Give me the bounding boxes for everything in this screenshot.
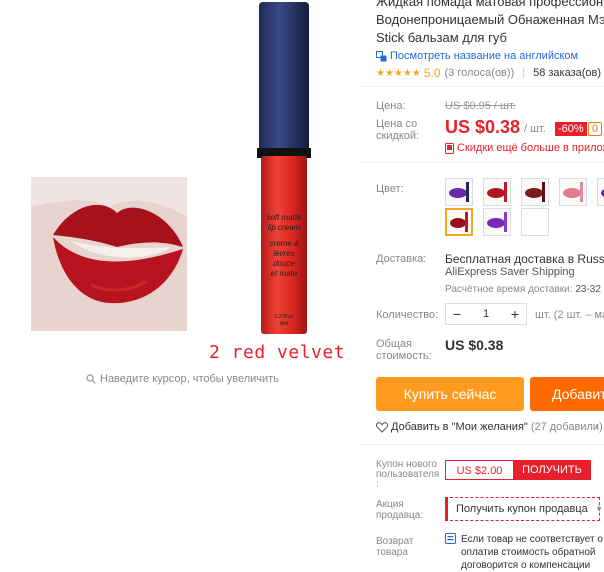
product-title-line-2: Водонепроницаемый Обнаженная Мэт: [376, 12, 604, 27]
promo-arrow-icon[interactable]: ›: [597, 502, 600, 513]
tube-text-6: et mate: [271, 269, 298, 278]
color-swatch[interactable]: [445, 178, 473, 206]
rating-stars-icon: ★★★★★: [376, 67, 421, 79]
seller-coupon-select-label: Получить купон продавца: [456, 503, 588, 515]
delivery-time-value: 23-32: [575, 284, 601, 295]
product-gallery: soft matte lip cream creme à lèvres douc…: [0, 0, 362, 569]
sale-price: US $0.38: [445, 117, 521, 137]
phone-icon: [445, 142, 454, 154]
tube-volume-ml: 8ml: [280, 321, 289, 327]
coupon-label-line-3: :: [376, 479, 379, 490]
new-user-coupon-label: Купон нового пользователя :: [376, 460, 439, 490]
product-info-panel: Жидкая помада матовая профессиональ Водо…: [362, 0, 604, 572]
color-swatch[interactable]: [559, 178, 587, 206]
delivery-destination[interactable]: Бесплатная доставка в Russian F: [445, 252, 604, 266]
color-swatch-selected[interactable]: [445, 208, 473, 236]
wishlist-count: (27 добавили): [530, 421, 603, 433]
returns-policy-text: Если товар не соответствует о оплатив ст…: [445, 533, 603, 572]
translate-icon: [376, 50, 387, 61]
color-label: Цвет:: [376, 183, 404, 195]
sale-price-unit: / шт.: [524, 123, 546, 135]
buy-now-button[interactable]: Купить сейчас: [376, 377, 524, 411]
translate-link-text: Посмотреть название на английском: [390, 50, 579, 62]
color-swatch[interactable]: [521, 178, 549, 206]
rating-row: ★★★★★ 5.0 (3 голоса(ов)) | 58 заказа(ов): [376, 66, 601, 80]
divider: [362, 444, 604, 445]
price-label: Цена:: [376, 100, 406, 112]
tube-volume: 0.27fl.oz: [275, 314, 294, 320]
sale-price-label: Цена со скидкой:: [376, 118, 419, 142]
total-label-line-1: Общая: [376, 338, 412, 350]
tube-text-2: lip cream: [268, 223, 301, 232]
color-swatch[interactable]: [483, 178, 511, 206]
total-label-line-2: стоимость:: [376, 350, 432, 362]
returns-label-line-1: Возврат: [376, 536, 414, 547]
lip-tube-image[interactable]: soft matte lip cream creme à lèvres douc…: [253, 0, 315, 337]
quantity-unit: шт. (2 шт. – мак: [535, 309, 604, 321]
color-swatch[interactable]: [597, 178, 604, 206]
zoom-hint: Наведите курсор, чтобы увеличить: [86, 373, 279, 385]
add-to-cart-button[interactable]: Добавит: [530, 377, 604, 411]
rating-value: 5.0: [423, 66, 441, 80]
returns-line-3: договорится о компенсации: [461, 560, 591, 571]
tube-text-1: soft matte: [266, 213, 302, 222]
seller-coupon-select[interactable]: Получить купон продавца ▾: [445, 497, 601, 521]
heart-icon: [376, 421, 388, 433]
sale-price-label-line-2: скидкой:: [376, 130, 420, 142]
quantity-stepper: − 1 +: [445, 303, 527, 325]
returns-label: Возврат товара: [376, 536, 414, 558]
wishlist-arrow-icon[interactable]: ›: [595, 421, 598, 432]
delivery-time-label: Расчётное время доставки:: [445, 284, 573, 295]
add-to-wishlist-link[interactable]: Добавить в "Мои желания" (27 добавили): [376, 421, 603, 433]
tube-text-4: lèvres: [273, 249, 294, 258]
total-label: Общая стоимость:: [376, 338, 432, 362]
tube-text-3: creme à: [270, 239, 299, 248]
delivery-time: Расчётное время доставки: 23-32: [445, 284, 601, 295]
divider: [362, 162, 604, 163]
coupon-amount: US $2.00: [445, 460, 513, 480]
old-price: US $0.95 / шт.: [445, 100, 516, 112]
translate-title-link[interactable]: Посмотреть название на английском: [376, 50, 578, 62]
returns-label-line-2: товара: [376, 547, 408, 558]
rating-separator: |: [522, 67, 526, 79]
quantity-input[interactable]: 1: [468, 308, 504, 320]
quantity-decrement-button[interactable]: −: [446, 306, 468, 322]
orders-count: 58 заказа(ов): [533, 67, 602, 79]
coupon-label-line-2: пользователя: [376, 469, 440, 480]
app-discount-text: Скидки ещё больше в прилож: [457, 142, 604, 154]
product-title-line-1: Жидкая помада матовая профессиональ: [376, 0, 604, 9]
divider: [362, 86, 604, 87]
returns-line-1: Если товар не соответствует о: [461, 534, 603, 545]
total-value: US $0.38: [445, 337, 504, 353]
app-discount-link[interactable]: Скидки ещё больше в прилож: [445, 142, 604, 154]
promo-label-line-1: Акция: [376, 499, 404, 510]
get-coupon-button[interactable]: ПОЛУЧИТЬ: [513, 460, 591, 480]
zoom-hint-text: Наведите курсор, чтобы увеличить: [100, 373, 279, 385]
discount-badge: -60%: [555, 122, 587, 136]
product-title-line-3: Stick бальзам для губ: [376, 30, 507, 45]
promo-label-line-2: продавца:: [376, 510, 424, 521]
extra-discount-badge: 0: [588, 122, 603, 136]
tube-text-5: douce: [273, 259, 295, 268]
color-swatch[interactable]: [483, 208, 511, 236]
color-swatch[interactable]: [521, 208, 549, 236]
rating-count-link[interactable]: (3 голоса(ов)): [445, 67, 515, 79]
quantity-increment-button[interactable]: +: [504, 306, 526, 322]
quantity-label: Количество:: [376, 309, 439, 321]
seller-promo-label: Акция продавца:: [376, 499, 423, 521]
sale-price-label-line-1: Цена со: [376, 118, 418, 130]
returns-line-2: оплатив стоимость обратной: [461, 547, 596, 558]
image-caption: 2 red velvet: [209, 342, 346, 363]
search-icon: [86, 374, 96, 384]
delivery-label: Доставка:: [376, 253, 427, 265]
lips-swatch-image[interactable]: [31, 177, 187, 331]
wishlist-label: Добавить в "Мои желания": [391, 421, 528, 433]
delivery-method: AliExpress Saver Shipping: [445, 266, 575, 278]
